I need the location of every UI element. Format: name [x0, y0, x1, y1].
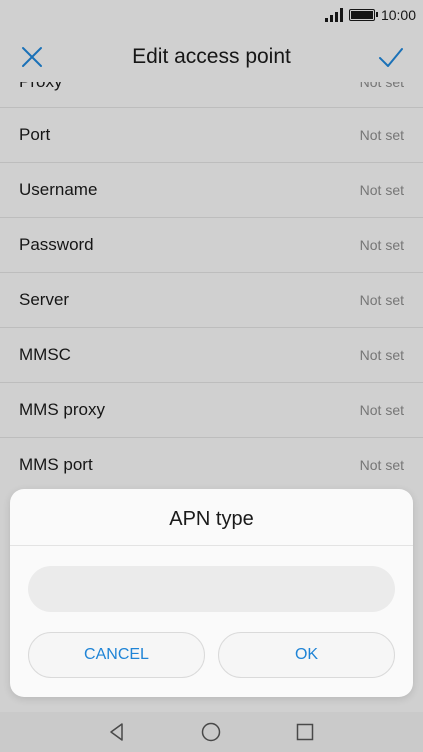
screen: 10:00 Edit access point Proxy Not set Po…	[0, 0, 423, 752]
cancel-button[interactable]: CANCEL	[28, 632, 205, 678]
ok-button[interactable]: OK	[218, 632, 395, 678]
dialog-title: APN type	[169, 508, 254, 530]
dialog-divider	[10, 545, 413, 546]
apn-type-dialog: APN type CANCEL OK	[10, 489, 413, 697]
apn-type-input[interactable]	[28, 566, 395, 612]
